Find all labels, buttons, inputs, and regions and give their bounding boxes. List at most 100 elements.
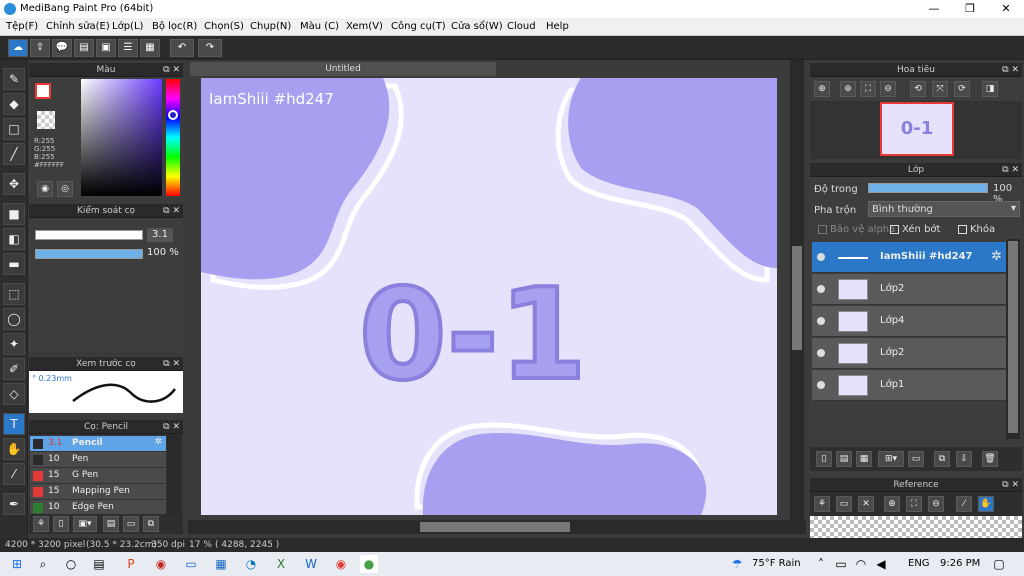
panel-close-icon[interactable]: ⧉ ✕ bbox=[163, 357, 180, 371]
menu-layer[interactable]: Lớp(L) bbox=[112, 21, 143, 32]
minimize-button[interactable]: — bbox=[916, 0, 952, 18]
layer-row[interactable]: Lớp2 bbox=[812, 274, 1006, 305]
zoom-in-alt-icon[interactable]: ⊕ bbox=[840, 81, 856, 97]
windows-start-icon[interactable]: ⊞ bbox=[8, 555, 26, 573]
reference-fit-icon[interactable]: ⛶ bbox=[906, 496, 922, 512]
clipping-checkbox[interactable] bbox=[890, 225, 899, 234]
reference-zoom-out-icon[interactable]: ⊖ bbox=[928, 496, 944, 512]
upload-icon[interactable]: ⇪ bbox=[30, 39, 50, 57]
list-icon[interactable]: ☰ bbox=[118, 39, 138, 57]
chat-icon[interactable]: 💬 bbox=[52, 39, 72, 57]
rotate-right-icon[interactable]: ⟳ bbox=[954, 81, 970, 97]
layer-folder-icon[interactable]: ▭ bbox=[908, 451, 924, 467]
redo-icon[interactable]: ↷ bbox=[198, 39, 222, 57]
delete-layer-icon[interactable]: 🗑 bbox=[982, 451, 998, 467]
fill-rect-tool-icon[interactable]: ■ bbox=[3, 203, 25, 225]
canvas-vertical-scrollbar[interactable] bbox=[790, 60, 804, 520]
add-layer-menu-icon[interactable]: ⊞▾ bbox=[878, 451, 904, 467]
hand-tool-icon[interactable]: ✋ bbox=[3, 438, 25, 460]
edge-icon[interactable]: ◔ bbox=[242, 555, 260, 573]
layer-visibility-icon[interactable] bbox=[817, 317, 825, 325]
new-halftone-layer-icon[interactable]: ▦ bbox=[856, 451, 872, 467]
brush-menu-icon[interactable]: ▣▾ bbox=[73, 516, 97, 532]
palette-icon[interactable]: ◉ bbox=[37, 181, 53, 197]
reference-open-icon[interactable]: ▭ bbox=[836, 496, 852, 512]
notification-icon[interactable]: ▢ bbox=[990, 555, 1008, 573]
maximize-button[interactable]: ❐ bbox=[952, 0, 988, 18]
menu-filter[interactable]: Bộ lọc(R) bbox=[152, 21, 197, 32]
saturation-picker[interactable] bbox=[81, 79, 162, 196]
text-tool-icon[interactable]: T bbox=[3, 413, 25, 435]
new-layer-icon[interactable]: ▯ bbox=[816, 451, 832, 467]
navigator-thumbnail[interactable]: 0-1 bbox=[880, 102, 954, 156]
brush-item[interactable]: 15 Mapping Pen bbox=[30, 484, 166, 500]
canvas-horizontal-scrollbar[interactable] bbox=[188, 520, 806, 534]
lasso-tool-icon[interactable]: ◯ bbox=[3, 308, 25, 330]
menu-file[interactable]: Tệp(F) bbox=[6, 21, 38, 32]
lock-checkbox[interactable] bbox=[958, 225, 967, 234]
layer-visibility-icon[interactable] bbox=[817, 349, 825, 357]
brush-item[interactable]: 15 G Pen bbox=[30, 468, 166, 484]
menu-help[interactable]: Help bbox=[546, 21, 569, 32]
layer-visibility-icon[interactable] bbox=[817, 253, 825, 261]
layer-row[interactable]: IamShiii #hd247 ✲ bbox=[812, 242, 1006, 273]
reference-close-icon[interactable]: ✕ bbox=[858, 496, 874, 512]
brush-list-scrollbar[interactable] bbox=[167, 434, 181, 514]
fit-icon[interactable]: ⛶ bbox=[860, 81, 876, 97]
new-brush-icon[interactable]: ▯ bbox=[53, 516, 69, 532]
layer-visibility-icon[interactable] bbox=[817, 381, 825, 389]
rectangle-tool-icon[interactable]: □ bbox=[3, 118, 25, 140]
layer-opacity-slider[interactable] bbox=[868, 183, 988, 193]
layer-row[interactable]: Lớp4 bbox=[812, 306, 1006, 337]
menu-tools[interactable]: Công cụ(T) bbox=[391, 21, 446, 32]
word-icon[interactable]: W bbox=[302, 555, 320, 573]
duplicate-layer-icon[interactable]: ⧉ bbox=[934, 451, 950, 467]
menu-snap[interactable]: Chụp(N) bbox=[250, 21, 291, 32]
horizontal-scroll-thumb[interactable] bbox=[420, 522, 570, 532]
bucket-tool-icon[interactable]: ◧ bbox=[3, 228, 25, 250]
grid-icon[interactable]: ▦ bbox=[140, 39, 160, 57]
blend-mode-select[interactable]: Bình thường ▾ bbox=[868, 201, 1020, 217]
menu-window[interactable]: Cửa sổ(W) bbox=[451, 21, 503, 32]
search-icon[interactable]: ⌕ bbox=[34, 555, 52, 573]
pen-tool-icon[interactable]: ✒ bbox=[3, 493, 25, 515]
chrome-icon[interactable]: ◉ bbox=[332, 555, 350, 573]
brush-tool-icon[interactable]: ✎ bbox=[3, 68, 25, 90]
merge-layer-icon[interactable]: ⇩ bbox=[956, 451, 972, 467]
volume-icon[interactable]: ◀ bbox=[872, 555, 890, 573]
reference-zoom-in-icon[interactable]: ⊕ bbox=[884, 496, 900, 512]
app-icon[interactable]: ◉ bbox=[152, 555, 170, 573]
close-button[interactable]: ✕ bbox=[988, 0, 1024, 18]
panel-close-icon[interactable]: ⧉ ✕ bbox=[163, 420, 180, 434]
vertical-scroll-thumb[interactable] bbox=[792, 246, 802, 350]
brush-item[interactable]: 3.1 Pencil ✲ bbox=[30, 436, 166, 452]
excel-icon[interactable]: X bbox=[272, 555, 290, 573]
brush-opacity-slider[interactable] bbox=[35, 249, 143, 259]
layer-list-scrollbar[interactable] bbox=[1006, 239, 1020, 439]
color-mix-icon[interactable]: ◎ bbox=[57, 181, 73, 197]
reference-hand-icon[interactable]: ✋ bbox=[978, 496, 994, 512]
brush-copy-icon[interactable]: ▤ bbox=[103, 516, 119, 532]
chevron-up-icon[interactable]: ˄ bbox=[812, 555, 830, 573]
reference-add-icon[interactable]: ⚘ bbox=[814, 496, 830, 512]
drawing-canvas[interactable]: 0-1 IamShiii #hd247 bbox=[201, 78, 777, 515]
hue-handle[interactable] bbox=[168, 110, 178, 120]
menu-view[interactable]: Xem(V) bbox=[346, 21, 383, 32]
panel-icon[interactable]: ▣ bbox=[96, 39, 116, 57]
menu-edit[interactable]: Chỉnh sửa(E) bbox=[46, 21, 110, 32]
panel-close-icon[interactable]: ⧉ ✕ bbox=[1002, 163, 1019, 177]
magic-wand-icon[interactable]: ✦ bbox=[3, 333, 25, 355]
transparent-swatch[interactable] bbox=[37, 111, 55, 129]
new-color-layer-icon[interactable]: ▤ bbox=[836, 451, 852, 467]
layer-row[interactable]: Lớp1 bbox=[812, 370, 1006, 401]
add-brush-icon[interactable]: ⚘ bbox=[33, 516, 49, 532]
store-icon[interactable]: ▦ bbox=[212, 555, 230, 573]
reference-eyedropper-icon[interactable]: ⁄ bbox=[956, 496, 972, 512]
zoom-out-icon[interactable]: ⊖ bbox=[880, 81, 896, 97]
language-indicator[interactable]: ENG bbox=[908, 558, 930, 569]
mirror-icon[interactable]: ◨ bbox=[982, 81, 998, 97]
rotate-left-icon[interactable]: ⟲ bbox=[910, 81, 926, 97]
layer-row[interactable]: Lớp2 bbox=[812, 338, 1006, 369]
eyedropper-tool-icon[interactable]: ⁄ bbox=[3, 463, 25, 485]
brush-settings-icon[interactable]: ✲ bbox=[154, 437, 162, 447]
